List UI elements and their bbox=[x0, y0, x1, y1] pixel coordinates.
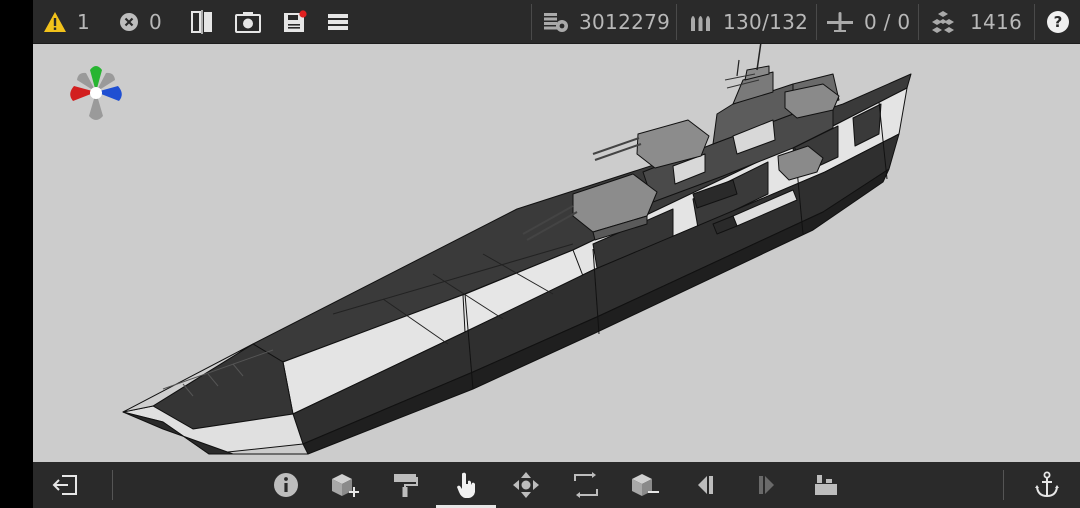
move-icon bbox=[512, 471, 540, 499]
separator bbox=[531, 4, 532, 40]
info-button[interactable] bbox=[256, 462, 316, 508]
aircraft-stat[interactable]: 0 / 0 bbox=[826, 0, 910, 43]
separator bbox=[1034, 4, 1035, 40]
ammo-stat[interactable]: 130/132 bbox=[689, 0, 808, 43]
weapons-icon bbox=[814, 473, 838, 497]
camera-icon bbox=[235, 11, 261, 33]
step-forward-icon bbox=[755, 474, 777, 496]
ammo-icon bbox=[689, 11, 713, 33]
step-back-icon bbox=[695, 474, 717, 496]
separator bbox=[816, 4, 817, 40]
separator bbox=[1003, 470, 1004, 500]
ship-viewport[interactable] bbox=[33, 44, 1080, 462]
move-tool-button[interactable] bbox=[496, 462, 556, 508]
displacement-value: 3012279 bbox=[579, 9, 671, 34]
exit-button[interactable] bbox=[36, 462, 96, 508]
screenshot-button[interactable] bbox=[235, 0, 261, 43]
separator bbox=[112, 470, 113, 500]
anchor-icon bbox=[1034, 471, 1060, 499]
parts-icon bbox=[930, 10, 956, 34]
paint-button[interactable] bbox=[375, 462, 435, 508]
ship-model[interactable] bbox=[33, 44, 1080, 462]
menu-button[interactable] bbox=[327, 0, 349, 43]
weight-icon bbox=[543, 10, 569, 34]
remove-block-button[interactable] bbox=[615, 462, 675, 508]
parts-stat[interactable]: 1416 bbox=[930, 0, 1022, 43]
svg-text:?: ? bbox=[1054, 13, 1063, 31]
displacement-stat[interactable]: 3012279 bbox=[543, 0, 670, 43]
anchor-button[interactable] bbox=[1017, 462, 1077, 508]
info-icon bbox=[273, 472, 299, 498]
aircraft-icon bbox=[826, 10, 854, 34]
add-block-button[interactable] bbox=[315, 462, 375, 508]
step-back-button[interactable] bbox=[676, 462, 736, 508]
rotate-tool-button[interactable] bbox=[556, 462, 616, 508]
separator bbox=[676, 4, 677, 40]
hand-pointer-icon bbox=[454, 471, 478, 499]
warning-triangle-icon bbox=[43, 11, 67, 33]
warnings-count: 1 bbox=[77, 9, 91, 34]
top-toolbar: 1 0 3012279 130/132 0 / 0 1416 ? bbox=[33, 0, 1080, 44]
parts-value: 1416 bbox=[970, 9, 1023, 34]
rotate-icon bbox=[572, 472, 600, 498]
mirror-icon bbox=[189, 9, 215, 34]
menu-icon bbox=[327, 12, 349, 32]
errors-counter[interactable]: 0 bbox=[119, 0, 162, 43]
error-circle-icon bbox=[119, 12, 139, 32]
save-button[interactable] bbox=[282, 0, 308, 43]
save-icon bbox=[282, 9, 308, 34]
errors-count: 0 bbox=[149, 9, 163, 34]
step-forward-button[interactable] bbox=[736, 462, 796, 508]
mirror-button[interactable] bbox=[189, 0, 215, 43]
bottom-toolbar bbox=[33, 462, 1080, 508]
exit-icon bbox=[52, 473, 80, 497]
weapons-button[interactable] bbox=[796, 462, 856, 508]
paint-roller-icon bbox=[392, 472, 418, 498]
help-icon: ? bbox=[1046, 10, 1070, 34]
help-button[interactable]: ? bbox=[1046, 0, 1070, 43]
warnings-counter[interactable]: 1 bbox=[43, 0, 90, 43]
separator bbox=[918, 4, 919, 40]
remove-block-icon bbox=[630, 472, 660, 498]
add-block-icon bbox=[330, 472, 360, 498]
aircraft-value: 0 / 0 bbox=[864, 9, 911, 34]
ammo-value: 130/132 bbox=[723, 9, 809, 34]
select-tool-button[interactable] bbox=[436, 462, 496, 508]
